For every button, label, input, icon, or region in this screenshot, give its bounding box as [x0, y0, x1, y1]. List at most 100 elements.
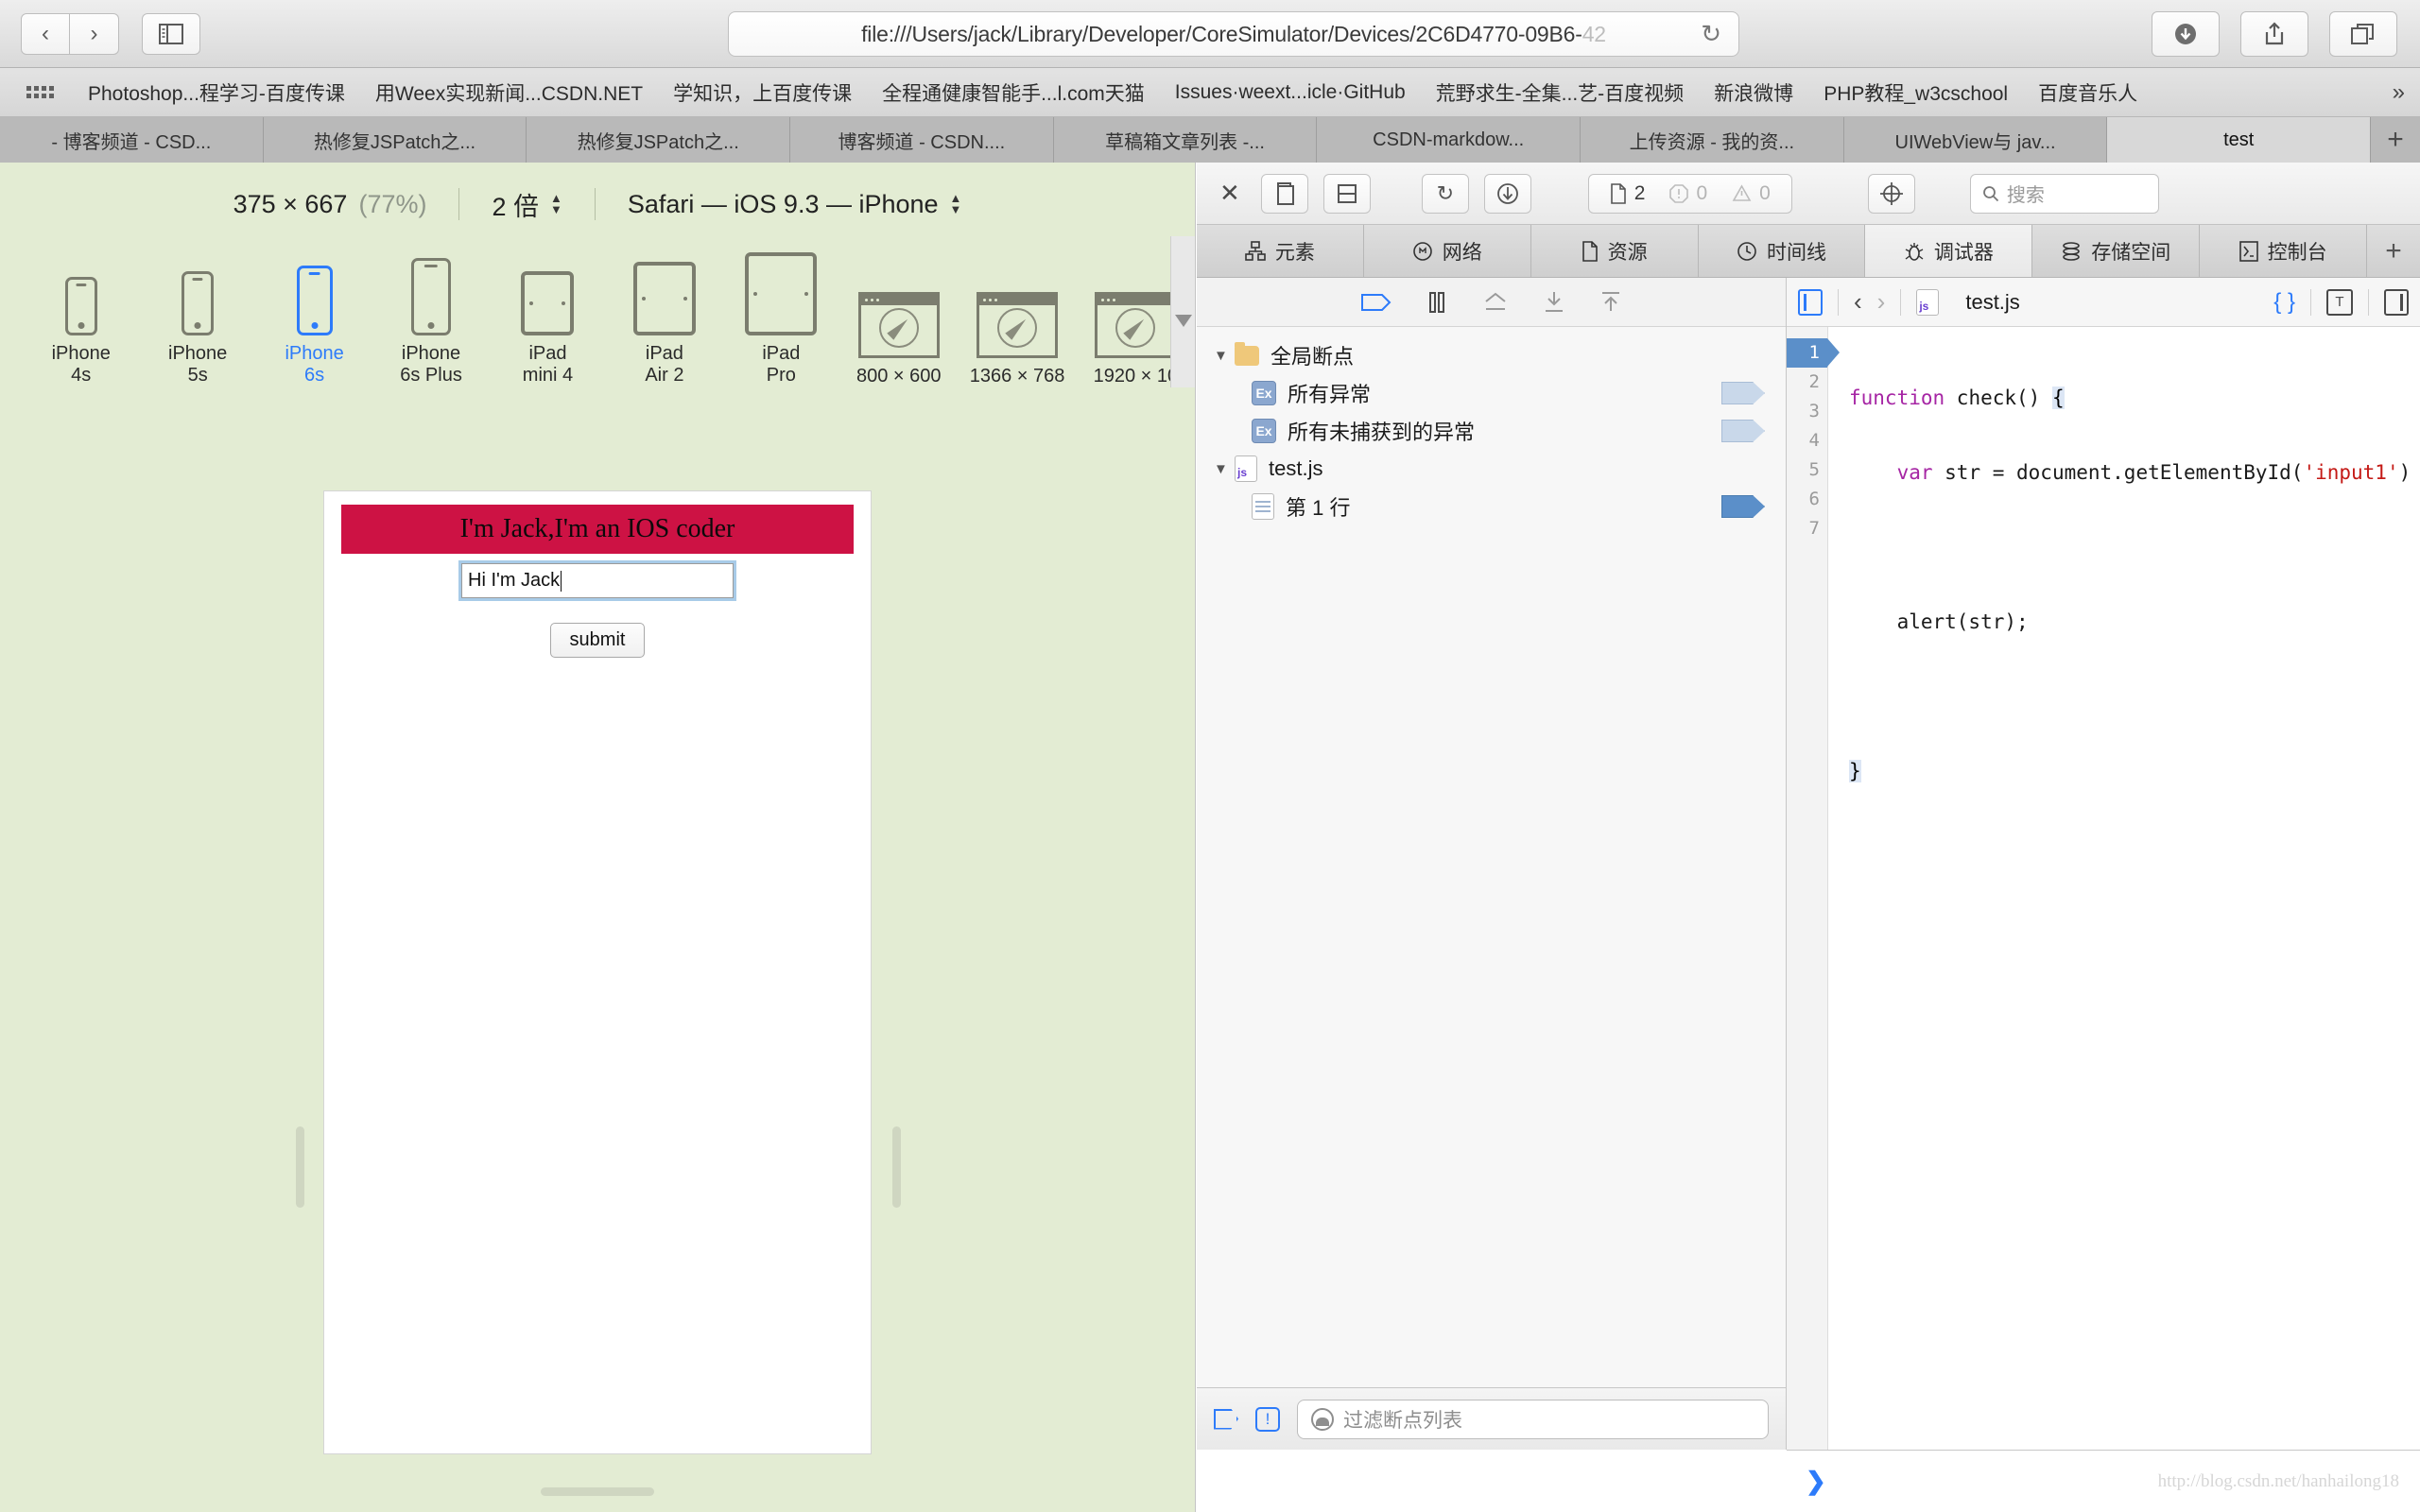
bookmark-item[interactable]: 荒野求生-全集...艺-百度视频 [1421, 78, 1700, 107]
dock-bottom-button[interactable] [1322, 173, 1371, 214]
console-prompt-strip[interactable]: ❯ http://blog.csdn.net/hanhailong18 [1787, 1450, 2420, 1512]
forward-button[interactable]: › [70, 12, 119, 55]
twisty-icon[interactable]: ▼ [1214, 461, 1235, 477]
bookmark-item[interactable]: PHP教程_w3cschool [1808, 78, 2023, 107]
address-bar[interactable]: file:///Users/jack/Library/Developer/Cor… [728, 11, 1739, 57]
tab-console[interactable]: 控制台 [2200, 225, 2368, 277]
tree-row-all-uncaught-exceptions[interactable]: Ex 所有未捕获到的异常 [1197, 412, 1786, 450]
stepper-icon[interactable]: ▲ ▼ [550, 192, 562, 215]
browser-tab[interactable]: - 博客频道 - CSD... [0, 117, 264, 163]
reload-icon[interactable]: ↻ [1701, 20, 1721, 49]
resize-handle-left[interactable] [296, 1126, 304, 1208]
pixel-ratio-selector[interactable]: 2 倍 ▲ ▼ [459, 186, 594, 223]
user-agent-selector[interactable]: Safari — iOS 9.3 — iPhone ▲ ▼ [596, 190, 994, 219]
toggle-details-sidebar-icon[interactable] [2384, 288, 2409, 316]
browser-tab[interactable]: CSDN-markdow... [1317, 117, 1582, 163]
tab-timeline[interactable]: 时间线 [1699, 225, 1866, 277]
resize-handle-bottom[interactable] [541, 1487, 654, 1496]
browser-tab[interactable]: 草稿箱文章列表 -... [1053, 117, 1318, 163]
bookmark-item[interactable]: Issues·weext...icle·GitHub [1160, 81, 1421, 104]
browser-tab[interactable]: 上传资源 - 我的资... [1581, 117, 1844, 163]
warning-counter[interactable]: 0 [1732, 182, 1771, 205]
tree-row-all-exceptions[interactable]: Ex 所有异常 [1197, 374, 1786, 412]
browser-tab-active[interactable]: test [2107, 117, 2372, 163]
breakpoint-flag-off[interactable] [1721, 420, 1765, 442]
inspector-close-button[interactable]: ✕ [1214, 179, 1246, 208]
bookmark-item[interactable]: 用Weex实现新闻...CSDN.NET [360, 78, 658, 107]
desktop-preset-800x600[interactable]: 800 × 600 [839, 292, 958, 387]
step-into-icon[interactable] [1542, 290, 1566, 315]
download-web-archive-button[interactable] [1483, 173, 1531, 214]
device-preset-iphone-6s[interactable]: iPhone 6s [256, 265, 372, 387]
device-preset-ipad-mini-4[interactable]: iPad mini 4 [490, 270, 606, 387]
bookmark-item[interactable]: 学知识，上百度传课 [658, 78, 867, 107]
line-number[interactable]: 6 [1787, 485, 1827, 514]
tab-network[interactable]: 网络 [1364, 225, 1531, 277]
step-over-icon[interactable] [1481, 290, 1510, 315]
breakpoints-filter-exception-icon[interactable]: ! [1255, 1406, 1280, 1432]
toggle-sidebar-icon[interactable] [1798, 288, 1823, 316]
tree-row-line-breakpoint[interactable]: 第 1 行 [1197, 488, 1786, 525]
device-preset-iphone-6s-plus[interactable]: iPhone 6s Plus [372, 257, 489, 387]
resource-counter[interactable]: 2 [1610, 182, 1645, 205]
source-forward-button[interactable]: › [1877, 287, 1886, 317]
share-button[interactable] [2240, 11, 2308, 57]
element-selector-button[interactable] [1867, 173, 1915, 214]
tab-overview-button[interactable] [2329, 11, 2397, 57]
line-number[interactable]: 5 [1787, 455, 1827, 485]
breakpoints-filter-flag-icon[interactable] [1214, 1408, 1238, 1430]
code-editor[interactable]: 1 2 3 4 5 6 7 function check() { var str… [1787, 327, 2420, 1450]
favorites-grid-icon[interactable] [26, 86, 54, 98]
resize-handle-right[interactable] [892, 1126, 901, 1208]
line-number[interactable]: 7 [1787, 514, 1827, 543]
back-button[interactable]: ‹ [21, 12, 70, 55]
bookmark-item[interactable]: Photoshop...程学习-百度传课 [73, 78, 360, 107]
inspector-search-input[interactable]: 搜索 [1969, 173, 2159, 214]
bookmark-item[interactable]: 百度音乐人 [2023, 78, 2152, 107]
device-preset-ipad-air-2[interactable]: iPad Air 2 [606, 261, 722, 387]
breakpoint-flag-on[interactable] [1721, 495, 1765, 518]
line-number[interactable]: 2 [1787, 368, 1827, 397]
stepper-icon[interactable]: ▲ ▼ [950, 192, 962, 215]
tree-row-global-breakpoints[interactable]: ▼ 全局断点 [1197, 336, 1786, 374]
viewport-dimensions[interactable]: 375 × 667 (77%) [201, 190, 459, 219]
error-counter[interactable]: 0 [1669, 182, 1707, 205]
browser-tab[interactable]: 热修复JSPatch之... [263, 117, 527, 163]
breakpoint-flag-off[interactable] [1721, 382, 1765, 404]
source-back-button[interactable]: ‹ [1854, 287, 1862, 317]
pretty-print-button[interactable]: { } [2273, 289, 2295, 316]
device-preset-iphone-4s[interactable]: iPhone 4s [23, 276, 139, 387]
tab-debugger[interactable]: 调试器 [1865, 225, 2033, 277]
pause-icon[interactable] [1425, 290, 1449, 315]
twisty-icon[interactable]: ▼ [1214, 348, 1235, 364]
inspector-reload-button[interactable]: ↻ [1421, 173, 1469, 214]
tree-row-test-js[interactable]: ▼ js test.js [1197, 450, 1786, 488]
line-number-gutter[interactable]: 1 2 3 4 5 6 7 [1787, 327, 1840, 1450]
downloads-button[interactable] [2152, 11, 2220, 57]
breakpoint-filter-input[interactable]: 过滤断点列表 [1297, 1399, 1769, 1439]
line-number[interactable]: 4 [1787, 426, 1827, 455]
new-tab-button[interactable]: + [2371, 117, 2420, 163]
browser-tab[interactable]: UIWebView与 jav... [1843, 117, 2108, 163]
bookmark-item[interactable]: 全程通健康智能手...l.com天猫 [867, 78, 1160, 107]
device-preset-ipad-pro[interactable]: iPad Pro [723, 251, 839, 387]
page-submit-button[interactable]: submit [549, 623, 646, 658]
page-text-input[interactable]: Hi I'm Jack [458, 560, 736, 601]
dock-right-button[interactable] [1260, 173, 1308, 214]
browser-tab[interactable]: 博客频道 - CSDN.... [790, 117, 1054, 163]
line-number[interactable]: 3 [1787, 397, 1827, 426]
line-number[interactable]: 1 [1787, 338, 1840, 368]
tab-resources[interactable]: 资源 [1531, 225, 1699, 277]
device-row-scroll-indicator[interactable] [1170, 236, 1195, 387]
tab-elements[interactable]: 元素 [1197, 225, 1364, 277]
show-types-button[interactable]: T [2326, 288, 2353, 316]
bookmarks-overflow-button[interactable]: » [2393, 79, 2405, 106]
browser-tab[interactable]: 热修复JSPatch之... [527, 117, 791, 163]
breakpoints-toggle-icon[interactable] [1360, 291, 1392, 314]
desktop-preset-1366x768[interactable]: 1366 × 768 [958, 292, 1076, 387]
add-inspector-tab-button[interactable]: + [2367, 225, 2420, 277]
sidebar-toggle-button[interactable] [142, 12, 200, 55]
step-out-icon[interactable] [1599, 290, 1623, 315]
device-preset-iphone-5s[interactable]: iPhone 5s [139, 270, 255, 387]
bookmark-item[interactable]: 新浪微博 [1699, 78, 1808, 107]
